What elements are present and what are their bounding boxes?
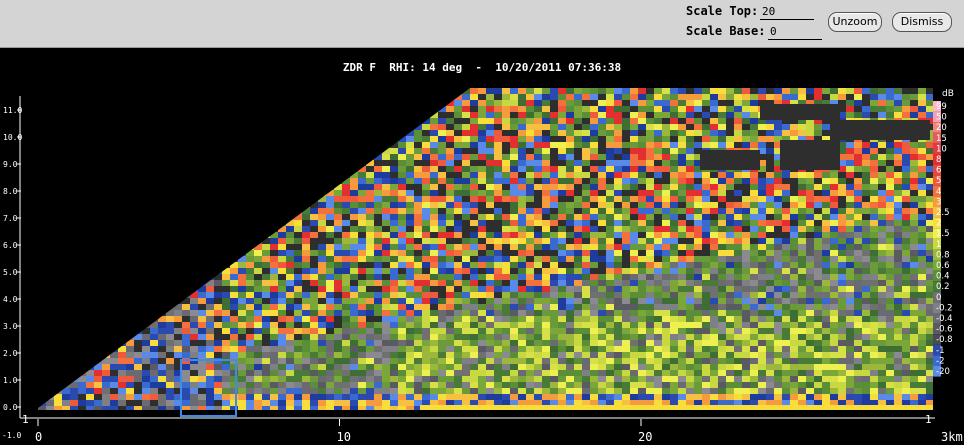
colorbar-label: -0.4 bbox=[936, 314, 953, 324]
colorbar-label: 99 bbox=[936, 102, 947, 112]
colorbar-label: 3 bbox=[936, 197, 941, 207]
colorbar-label: 0 bbox=[936, 293, 941, 303]
y-tick-label: 0.0 bbox=[3, 403, 18, 412]
colorbar-label: -0.2 bbox=[936, 303, 953, 313]
x-tick-label: 0 bbox=[35, 430, 42, 444]
colorbar-label: 50 bbox=[936, 113, 947, 123]
colorbar-label: 0.8 bbox=[936, 250, 950, 260]
y-tick-label: 9.0 bbox=[3, 160, 18, 169]
rhi-plot[interactable]: 0.01.02.03.04.05.06.07.08.09.010.011.0-1… bbox=[0, 0, 964, 445]
colorbar-label: 8 bbox=[936, 155, 941, 165]
x-tick-label: 10 bbox=[337, 430, 351, 444]
y-tick-label: 1.0 bbox=[3, 376, 18, 385]
y-tick-label: 5.0 bbox=[3, 268, 18, 277]
colorbar-label: 1 bbox=[936, 240, 941, 250]
colorbar-label: -2 bbox=[936, 356, 944, 366]
y-tick-label: 7.0 bbox=[3, 214, 18, 223]
colorbar-unit: dB bbox=[942, 89, 954, 99]
colorbar: 9950201510865432.521.510.80.60.40.20-0.2… bbox=[933, 101, 953, 377]
y-bottom-label: -1.0 bbox=[2, 431, 21, 440]
colorbar-label: 20 bbox=[936, 123, 947, 133]
colorbar-label: -20 bbox=[936, 367, 950, 377]
radar-field bbox=[38, 88, 933, 410]
y-tick-label: 4.0 bbox=[3, 295, 18, 304]
colorbar-label: 2.5 bbox=[936, 208, 950, 218]
colorbar-label: 0.6 bbox=[936, 261, 950, 271]
corner-label-left: 1 bbox=[22, 413, 29, 426]
y-tick-label: 8.0 bbox=[3, 187, 18, 196]
colorbar-label: -0.6 bbox=[936, 325, 953, 335]
colorbar-label: -0.8 bbox=[936, 335, 953, 345]
colorbar-label: 1.5 bbox=[936, 229, 950, 239]
y-tick-label: 2.0 bbox=[3, 349, 18, 358]
colorbar-label: 0.2 bbox=[936, 282, 950, 292]
y-tick-label: 6.0 bbox=[3, 241, 18, 250]
colorbar-label: 10 bbox=[936, 144, 947, 154]
colorbar-label: 5 bbox=[936, 176, 941, 186]
colorbar-label: 0.4 bbox=[936, 272, 950, 282]
colorbar-label: 6 bbox=[936, 166, 941, 176]
x-tick-label: 20 bbox=[638, 430, 652, 444]
surface-band bbox=[420, 405, 933, 410]
y-tick-label: 3.0 bbox=[3, 322, 18, 331]
colorbar-label: 15 bbox=[936, 134, 947, 144]
colorbar-label: 2 bbox=[936, 219, 941, 229]
x-unit-label: 3km bbox=[941, 430, 963, 444]
colorbar-label: 4 bbox=[936, 187, 941, 197]
colorbar-label: -1 bbox=[936, 346, 944, 356]
corner-label-right: 1 bbox=[925, 413, 932, 426]
